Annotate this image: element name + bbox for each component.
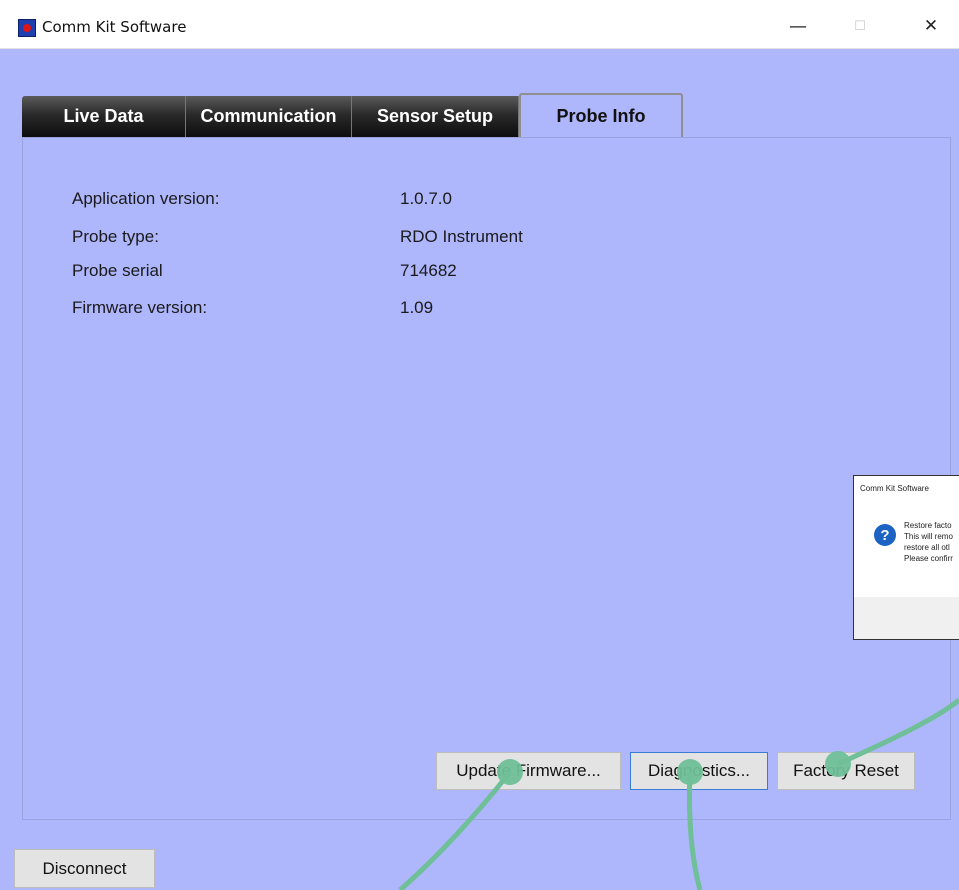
tab-live-data[interactable]: Live Data xyxy=(22,96,186,137)
application-version-label: Application version: xyxy=(72,189,220,208)
probe-type-value: RDO Instrument xyxy=(400,227,523,246)
tab-communication[interactable]: Communication xyxy=(186,96,352,137)
dialog-footer xyxy=(854,597,959,639)
update-firmware-button[interactable]: Update Firmware... xyxy=(436,752,621,790)
firmware-version-label: Firmware version: xyxy=(72,298,208,317)
probe-serial-label: Probe serial xyxy=(72,261,163,280)
probe-type-label: Probe type: xyxy=(72,227,159,246)
app-icon xyxy=(18,19,36,37)
app-window: Comm Kit Software — ☐ ✕ Live Data Commun… xyxy=(0,0,959,890)
question-icon: ? xyxy=(874,524,896,546)
probe-serial-value: 714682 xyxy=(400,261,457,280)
tab-probe-info[interactable]: Probe Info xyxy=(519,93,683,137)
dialog-message-line: This will remo xyxy=(904,532,953,541)
dialog-message-line: Please confirr xyxy=(904,554,953,563)
tab-bar: Live Data Communication Sensor Setup Pro… xyxy=(22,93,686,137)
minimize-button[interactable]: — xyxy=(778,10,818,42)
dialog-message-line: restore all otl xyxy=(904,543,950,552)
close-button[interactable]: ✕ xyxy=(911,10,951,42)
tab-sensor-setup[interactable]: Sensor Setup xyxy=(352,96,519,137)
factory-reset-button[interactable]: Factory Reset xyxy=(777,752,915,790)
window-title: Comm Kit Software xyxy=(42,18,187,36)
dialog-title: Comm Kit Software xyxy=(860,484,929,493)
firmware-version-value: 1.09 xyxy=(400,298,434,317)
diagnostics-button[interactable]: Diagnostics... xyxy=(630,752,768,790)
dialog-message-line: Restore facto xyxy=(904,521,952,530)
title-bar: Comm Kit Software — ☐ ✕ xyxy=(0,0,959,49)
application-version-value: 1.0.7.0 xyxy=(400,189,452,208)
confirm-dialog: Comm Kit Software ? Restore facto This w… xyxy=(853,475,959,640)
disconnect-button[interactable]: Disconnect xyxy=(14,849,155,888)
maximize-button[interactable]: ☐ xyxy=(840,10,880,42)
